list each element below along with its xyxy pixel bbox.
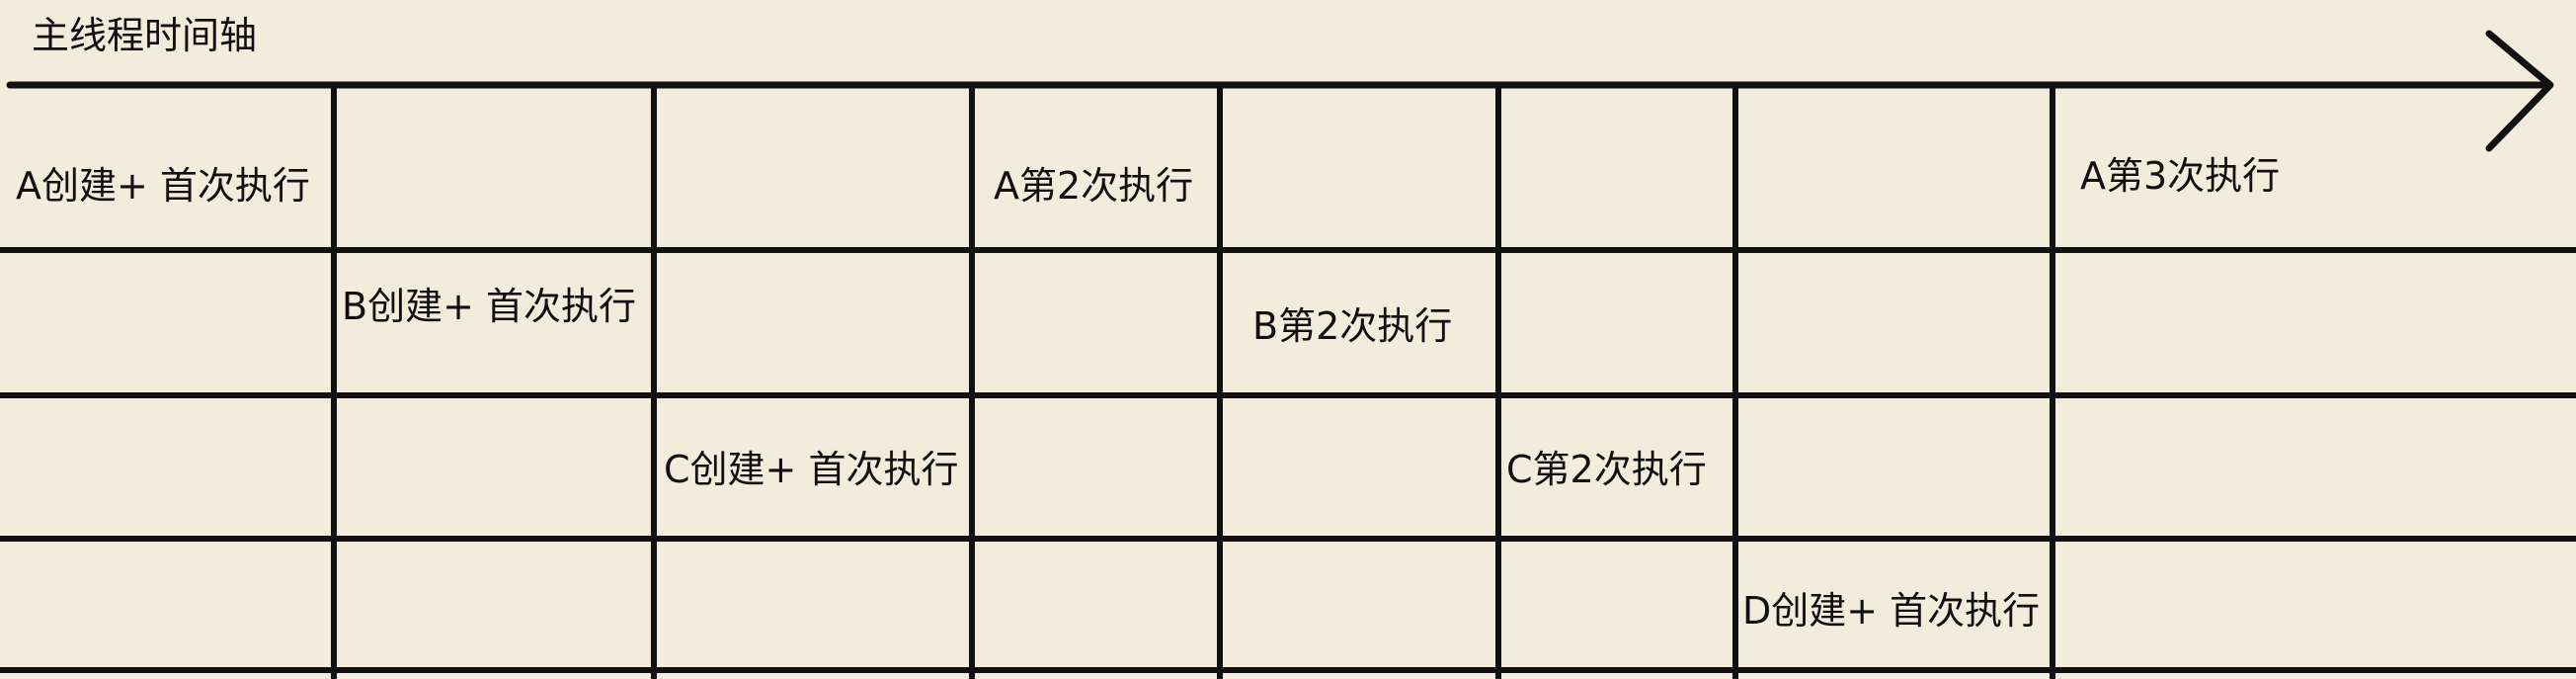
cell-a-second: A第2次执行 (994, 164, 1194, 208)
cell-b-create: B创建+ 首次执行 (342, 285, 636, 328)
cell-c-second: C第2次执行 (1506, 448, 1707, 491)
cell-d-create: D创建+ 首次执行 (1742, 589, 2041, 633)
timeline-title: 主线程时间轴 (32, 14, 258, 57)
cell-b-second: B第2次执行 (1252, 304, 1453, 348)
cell-a-third: A第3次执行 (2080, 154, 2281, 198)
cell-c-create: C创建+ 首次执行 (664, 448, 959, 491)
cell-a-create: A创建+ 首次执行 (16, 164, 310, 208)
timeline-diagram: 主线程时间轴 A创建+ 首次执行 A第2次执行 A第3次执行 B创建+ 首次执行… (0, 0, 2576, 679)
arrow-right-icon (2485, 30, 2554, 152)
